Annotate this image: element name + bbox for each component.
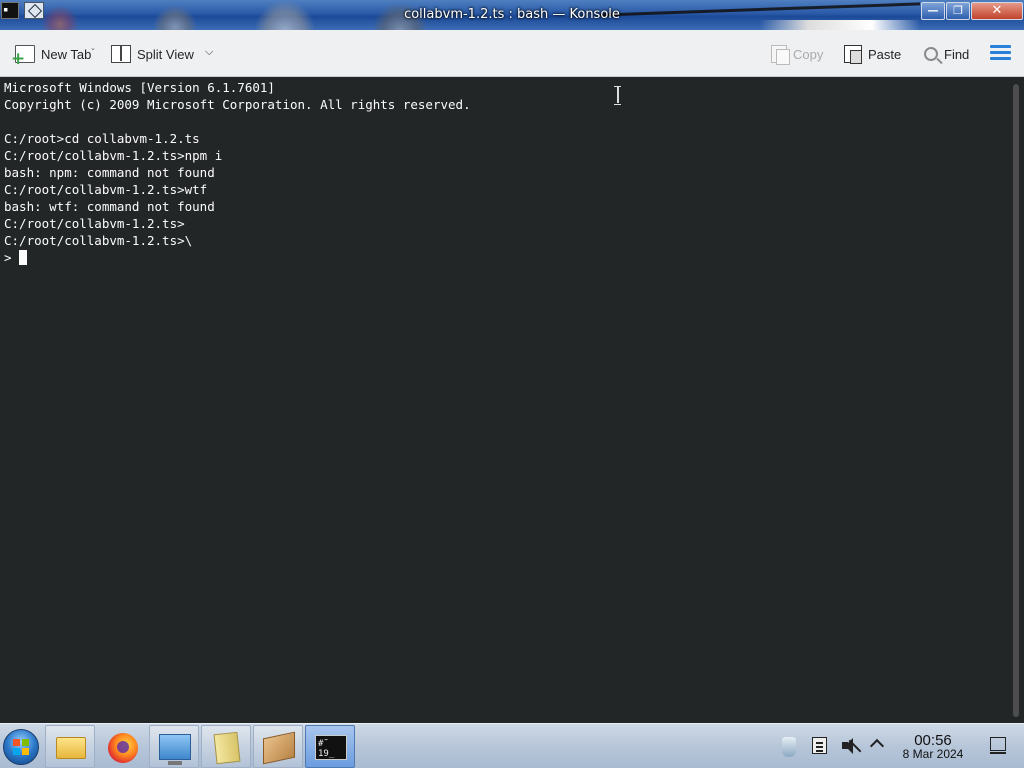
- terminal-line: C:/root>cd collabvm-1.2.ts: [4, 131, 200, 146]
- terminal-line: Microsoft Windows [Version 6.1.7601]: [4, 80, 275, 95]
- taskbar-remote-desktop[interactable]: [149, 725, 199, 768]
- terminal-cursor: [19, 250, 28, 265]
- ibeam-mouse-cursor-icon: [614, 86, 621, 105]
- folder-icon: [56, 737, 86, 759]
- terminal-line: bash: wtf: command not found: [4, 199, 215, 214]
- terminal-line: C:/root/collabvm-1.2.ts>: [4, 216, 185, 231]
- clock-date[interactable]: 8 Mar 2024: [895, 747, 971, 761]
- firefox-icon: [108, 733, 138, 763]
- window-title: collabvm-1.2.ts : bash — Konsole: [404, 7, 620, 22]
- copy-icon: [771, 45, 790, 65]
- split-view-icon: [111, 45, 131, 63]
- new-tab-dropdown-icon[interactable]: ⌄: [90, 44, 96, 52]
- find-label: Find: [944, 46, 970, 62]
- terminal-line: C:/root/collabvm-1.2.ts>\: [4, 233, 193, 248]
- hamburger-icon[interactable]: [990, 45, 1011, 61]
- paste-label: Paste: [868, 46, 902, 62]
- maximize-button[interactable]: ❐: [946, 2, 970, 20]
- terminal-output: Microsoft Windows [Version 6.1.7601] Cop…: [4, 79, 1004, 266]
- terminal-prompt: >: [4, 250, 20, 265]
- show-desktop-icon[interactable]: [989, 737, 1006, 754]
- paste-icon: [844, 45, 862, 64]
- split-view-label: Split View: [137, 46, 194, 62]
- new-tab-icon: [11, 45, 35, 69]
- taskbar-konsole[interactable]: #˜ 19_: [305, 725, 355, 768]
- volume-muted-icon[interactable]: [842, 737, 862, 754]
- windows-start-icon[interactable]: [3, 729, 39, 765]
- terminal-scrollbar[interactable]: [1008, 78, 1024, 723]
- terminal-view[interactable]: Microsoft Windows [Version 6.1.7601] Cop…: [0, 78, 1008, 723]
- taskbar-notes[interactable]: [201, 725, 251, 768]
- find-button[interactable]: Find: [924, 43, 969, 65]
- konsole-toolbar: New Tab ⌄ Split View ⌵ Copy Paste Find: [0, 30, 1024, 77]
- taskbar: #˜ 19_: [0, 723, 1024, 768]
- tray-lamp-icon[interactable]: [782, 737, 796, 757]
- taskbar-explorer[interactable]: [45, 725, 95, 768]
- terminal-line: Copyright (c) 2009 Microsoft Corporation…: [4, 97, 471, 112]
- new-tab-button[interactable]: New Tab: [11, 43, 92, 69]
- chevron-up-icon[interactable]: [869, 738, 885, 754]
- scrollbar-thumb[interactable]: [1013, 84, 1019, 717]
- terminal-line: bash: npm: command not found: [4, 165, 215, 180]
- package-icon: [263, 731, 295, 765]
- minimize-button[interactable]: —: [921, 2, 945, 20]
- konsole-icon: #˜ 19_: [315, 735, 347, 760]
- new-tab-label: New Tab: [41, 46, 92, 62]
- copy-label: Copy: [793, 46, 824, 62]
- find-icon: [924, 47, 938, 61]
- clipboard-icon[interactable]: [812, 737, 827, 754]
- chevron-down-icon[interactable]: ⌵: [205, 45, 213, 59]
- paste-button[interactable]: Paste: [844, 43, 901, 65]
- taskbar-package[interactable]: [253, 725, 303, 768]
- copy-button[interactable]: Copy: [771, 43, 823, 65]
- split-view-button[interactable]: Split View: [111, 43, 194, 65]
- taskbar-firefox[interactable]: [97, 725, 147, 768]
- terminal-line: C:/root/collabvm-1.2.ts>npm i: [4, 148, 223, 163]
- window-titlebar[interactable]: ▪ collabvm-1.2.ts : bash — Konsole — ❐ ✕: [0, 0, 1024, 30]
- close-button[interactable]: ✕: [971, 2, 1023, 20]
- terminal-line: C:/root/collabvm-1.2.ts>wtf: [4, 182, 208, 197]
- remote-desktop-icon: [159, 734, 191, 765]
- paper-icon: [213, 731, 241, 765]
